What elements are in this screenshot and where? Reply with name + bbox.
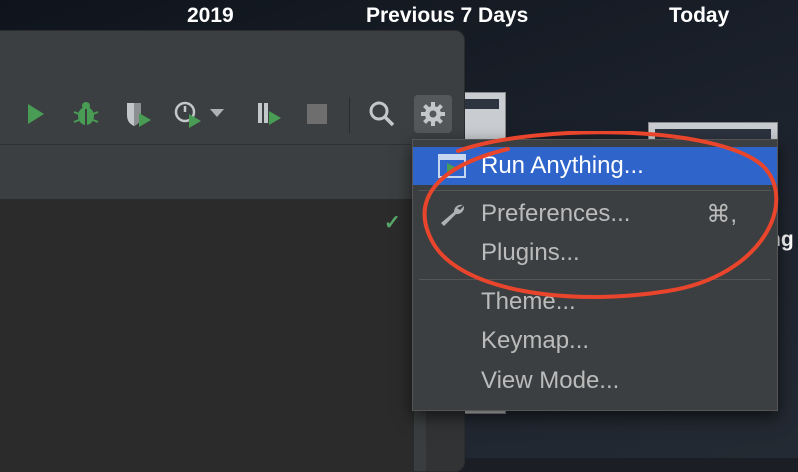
debug-button[interactable]: [67, 95, 105, 133]
ide-window: ✓: [0, 30, 465, 472]
menu-item-label: Keymap...: [481, 327, 590, 354]
menu-item-label: Theme...: [481, 288, 576, 315]
editor-tab-strip: [0, 144, 464, 200]
menu-item-view-mode[interactable]: View Mode...: [413, 362, 777, 400]
menu-item-label: Run Anything...: [481, 152, 644, 179]
stop-button[interactable]: [298, 95, 336, 133]
menu-separator: [419, 190, 771, 191]
settings-button[interactable]: [414, 95, 452, 133]
inspection-ok-icon: ✓: [384, 212, 401, 234]
desktop-header-2019: 2019: [187, 4, 234, 27]
menu-item-plugins[interactable]: Plugins...: [413, 234, 777, 272]
main-toolbar: [0, 85, 464, 145]
bug-icon: [73, 102, 99, 125]
menu-item-run-anything[interactable]: Run Anything...: [413, 147, 777, 185]
menu-separator: [419, 279, 771, 280]
coverage-icon: [127, 103, 151, 127]
settings-dropdown-menu: Run Anything... Preferences... ⌘, Plugin…: [412, 139, 778, 411]
wrench-icon: [441, 204, 465, 226]
menu-item-keymap[interactable]: Keymap...: [413, 322, 777, 360]
attach-icon: [258, 103, 281, 125]
profile-button[interactable]: [169, 95, 207, 133]
attach-debugger-button[interactable]: [249, 95, 287, 133]
menu-item-theme[interactable]: Theme...: [413, 283, 777, 321]
run-icon: [28, 104, 44, 124]
stop-icon: [307, 104, 327, 124]
desktop-header-previous-7-days: Previous 7 Days: [366, 4, 529, 27]
menu-item-preferences[interactable]: Preferences... ⌘,: [413, 195, 777, 233]
editor-area[interactable]: ✓: [0, 199, 464, 471]
menu-item-shortcut: ⌘,: [706, 200, 737, 228]
desktop-header-today: Today: [669, 4, 730, 27]
menu-item-label: Plugins...: [481, 239, 580, 266]
menu-item-label: Preferences...: [481, 200, 631, 227]
toolbar-separator: [349, 97, 350, 133]
run-anything-icon: [438, 154, 466, 178]
run-button[interactable]: [16, 95, 54, 133]
triangle-down-icon: [210, 109, 224, 117]
search-icon: [369, 101, 395, 127]
search-everywhere-button[interactable]: [363, 95, 401, 133]
menu-item-label: View Mode...: [481, 367, 620, 394]
profile-dropdown-button[interactable]: [206, 95, 228, 133]
profiler-icon: [174, 101, 201, 128]
gear-icon: [421, 102, 445, 126]
run-with-coverage-button[interactable]: [119, 95, 157, 133]
